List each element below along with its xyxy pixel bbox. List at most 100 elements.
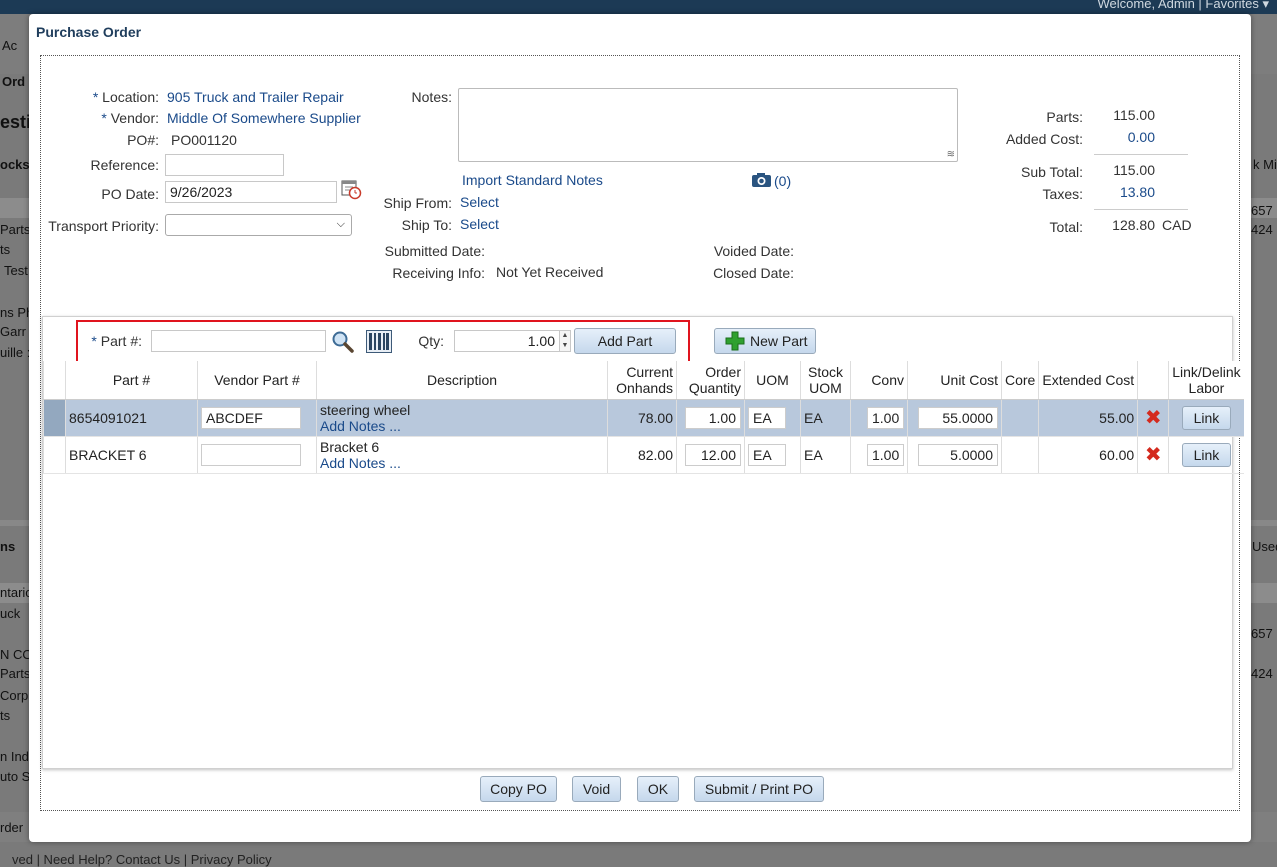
qty-input[interactable]: 1.00 xyxy=(454,330,560,352)
unit-cost-input[interactable]: 55.0000 xyxy=(918,406,998,429)
total-label: Total: xyxy=(1049,219,1083,235)
new-part-button[interactable]: New Part xyxy=(714,328,816,354)
stepper-down-icon[interactable]: ▼ xyxy=(560,341,570,351)
uom-cell: EA xyxy=(744,436,801,474)
resize-grip-icon[interactable]: ≋ xyxy=(947,149,955,160)
summary-divider xyxy=(1094,154,1188,155)
search-icon[interactable] xyxy=(331,330,354,353)
calendar-clock-icon[interactable] xyxy=(341,179,362,200)
table-row[interactable]: 8654091021 ABCDEF steering wheel Add Note… xyxy=(43,399,1244,437)
unit-cost-input[interactable]: 5.0000 xyxy=(918,443,998,466)
description-text: steering wheel xyxy=(320,401,411,418)
ok-button[interactable]: OK xyxy=(637,776,679,802)
copy-po-button[interactable]: Copy PO xyxy=(480,776,557,802)
vendor-label: * Vendor: xyxy=(101,110,159,126)
column-header-order-quantity[interactable]: Order Quantity xyxy=(676,361,745,400)
po-date-label: PO Date: xyxy=(101,186,159,202)
import-standard-notes-link[interactable]: Import Standard Notes xyxy=(462,172,603,188)
column-header-onhands[interactable]: Current Onhands xyxy=(607,361,677,400)
uom-input[interactable]: EA xyxy=(748,443,786,466)
column-header-description[interactable]: Description xyxy=(316,361,608,400)
taxes-label: Taxes: xyxy=(1042,186,1083,202)
unit-cost-cell: 5.0000 xyxy=(907,436,1002,474)
vendor-link[interactable]: Middle Of Somewhere Supplier xyxy=(167,110,361,126)
vendor-part-input[interactable]: ABCDEF xyxy=(201,406,301,429)
column-header-unit-cost[interactable]: Unit Cost xyxy=(907,361,1002,400)
add-notes-link[interactable]: Add Notes ... xyxy=(320,418,401,434)
background-text: 657 xyxy=(1251,626,1273,641)
column-header-core[interactable]: Core xyxy=(1000,361,1039,400)
background-text: 424 xyxy=(1251,666,1273,681)
new-part-label: New Part xyxy=(750,333,808,349)
welcome-text: Welcome, Admin | Favorites ▾ xyxy=(1097,0,1270,11)
table-row[interactable]: BRACKET 6 Bracket 6 Add Notes ... 82.00 1… xyxy=(43,436,1244,474)
description-cell: steering wheel Add Notes ... xyxy=(316,399,608,437)
qty-stepper[interactable]: ▲ ▼ xyxy=(559,330,571,352)
background-text: Used xyxy=(1252,539,1277,554)
delete-icon[interactable]: ✖ xyxy=(1145,407,1162,429)
delete-icon[interactable]: ✖ xyxy=(1145,444,1162,466)
stock-uom-cell: EA xyxy=(800,399,851,437)
transport-priority-select[interactable]: ⌵ xyxy=(165,214,352,236)
column-header-uom[interactable]: UOM xyxy=(744,361,801,400)
voided-date-label: Voided Date: xyxy=(713,243,794,259)
order-quantity-input[interactable]: 12.00 xyxy=(685,443,741,466)
stepper-up-icon[interactable]: ▲ xyxy=(560,331,570,341)
add-notes-link[interactable]: Add Notes ... xyxy=(320,455,401,471)
submit-print-po-button[interactable]: Submit / Print PO xyxy=(694,776,824,802)
vendor-part-input[interactable] xyxy=(201,443,301,466)
column-header-extended-cost[interactable]: Extended Cost xyxy=(1038,361,1138,400)
subtotal-value: 115.00 xyxy=(1113,162,1155,178)
delete-cell: ✖ xyxy=(1137,399,1169,437)
table-header-row: Part # Vendor Part # Description Current… xyxy=(43,361,1244,400)
background-text: Ac xyxy=(2,38,18,53)
conv-input[interactable]: 1.00 xyxy=(867,406,904,429)
background-text: ns xyxy=(0,539,16,554)
attachments-count[interactable]: (0) xyxy=(774,173,791,189)
ship-to-select-link[interactable]: Select xyxy=(460,216,499,232)
vendor-part-cell xyxy=(197,436,317,474)
background-text: Test xyxy=(4,263,28,278)
conv-input[interactable]: 1.00 xyxy=(867,443,904,466)
part-number-cell: BRACKET 6 xyxy=(65,436,198,474)
subtotal-label: Sub Total: xyxy=(1020,164,1083,180)
add-part-button[interactable]: Add Part xyxy=(574,328,676,354)
background-text: Parts xyxy=(0,222,31,237)
order-quantity-input[interactable]: 1.00 xyxy=(685,406,741,429)
location-link[interactable]: 905 Truck and Trailer Repair xyxy=(167,89,344,105)
row-gutter[interactable] xyxy=(43,436,66,474)
column-header-conv[interactable]: Conv xyxy=(850,361,908,400)
stock-uom-cell: EA xyxy=(800,436,851,474)
delete-cell: ✖ xyxy=(1137,436,1169,474)
gutter-header xyxy=(43,361,66,400)
link-labor-button[interactable]: Link xyxy=(1181,405,1232,430)
background-text: ocks xyxy=(0,157,30,172)
parts-total-label: Parts: xyxy=(1046,109,1083,125)
chevron-down-icon: ⌵ xyxy=(336,218,345,230)
background-text: ntario xyxy=(0,585,33,600)
added-cost-link[interactable]: 0.00 xyxy=(1098,129,1155,145)
parts-table: Part # Vendor Part # Description Current… xyxy=(43,361,1244,474)
row-gutter[interactable] xyxy=(43,399,66,437)
link-labor-button[interactable]: Link xyxy=(1181,442,1232,467)
reference-input[interactable] xyxy=(165,154,284,176)
po-number-label: PO#: xyxy=(127,132,159,148)
barcode-icon[interactable] xyxy=(366,330,392,353)
ship-from-select-link[interactable]: Select xyxy=(460,194,499,210)
extended-cost-cell: 55.00 xyxy=(1038,399,1138,437)
column-header-vendor-part[interactable]: Vendor Part # xyxy=(197,361,317,400)
uom-input[interactable]: EA xyxy=(748,406,786,429)
column-header-link-labor[interactable]: Link/Delink Labor xyxy=(1168,361,1244,400)
camera-icon[interactable] xyxy=(751,172,772,188)
po-date-input[interactable]: 9/26/2023 xyxy=(165,181,337,203)
column-header-part[interactable]: Part # xyxy=(65,361,198,400)
column-header-stock-uom[interactable]: Stock UOM xyxy=(800,361,851,400)
currency-code: CAD xyxy=(1162,217,1192,233)
background-text: N CO xyxy=(0,647,33,662)
background-text: Parts xyxy=(0,666,31,681)
taxes-link[interactable]: 13.80 xyxy=(1098,184,1155,200)
vendor-part-cell: ABCDEF xyxy=(197,399,317,437)
part-number-input[interactable] xyxy=(151,330,326,352)
void-button[interactable]: Void xyxy=(572,776,621,802)
notes-textarea[interactable]: ≋ xyxy=(458,88,958,162)
